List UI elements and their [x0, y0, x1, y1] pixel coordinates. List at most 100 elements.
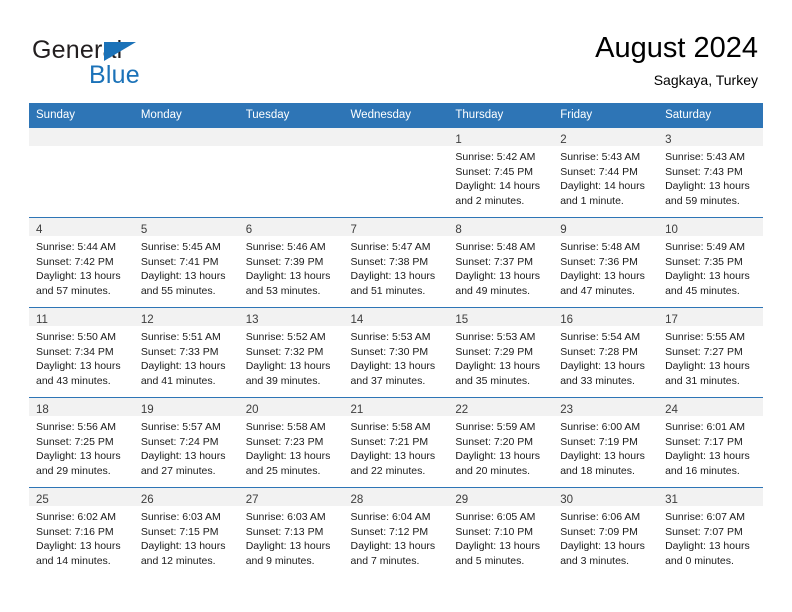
logo-text-blue: Blue — [89, 61, 140, 89]
general-blue-logo[interactable]: General Blue — [32, 36, 202, 89]
day-details: Sunrise: 5:50 AM Sunset: 7:34 PM Daylight:… — [29, 326, 134, 388]
day-cell-12[interactable]: 12 Sunrise: 5:51 AM Sunset: 7:33 PM Dayligh… — [133, 307, 239, 398]
day-cell-11[interactable]: 11 Sunrise: 5:50 AM Sunset: 7:34 PM Dayligh… — [29, 307, 134, 398]
day-number-band: 2 — [553, 128, 659, 146]
day-details: Sunrise: 5:58 AM Sunset: 7:21 PM Daylight:… — [344, 416, 449, 478]
day-cell-22[interactable]: 22 Sunrise: 5:59 AM Sunset: 7:20 PM Dayligh… — [448, 397, 554, 488]
sunset-text: Sunset: 7:39 PM — [245, 255, 324, 268]
day-number: 24 — [665, 404, 678, 416]
day-cell-19[interactable]: 19 Sunrise: 5:57 AM Sunset: 7:24 PM Dayligh… — [133, 397, 239, 488]
day-cell-7[interactable]: 7 Sunrise: 5:47 AM Sunset: 7:38 PM Daylight… — [343, 217, 449, 308]
daylight-text: Daylight: 14 hours — [455, 180, 541, 193]
day-details: Sunrise: 5:52 AM Sunset: 7:32 PM Daylight:… — [239, 326, 344, 388]
daylight-text: Daylight: 13 hours — [455, 450, 541, 463]
calendar-grid: Sunday Monday Tuesday Wednesday Thursday Frid… — [29, 103, 763, 577]
day-details: Sunrise: 5:43 AM Sunset: 7:43 PM Daylight:… — [658, 146, 763, 208]
daylight-text: and 41 minutes. — [140, 374, 216, 387]
day-details: Sunrise: 6:03 AM Sunset: 7:15 PM Daylight:… — [134, 506, 239, 568]
day-cell-15[interactable]: 15 Sunrise: 5:53 AM Sunset: 7:29 PM Dayligh… — [448, 307, 554, 398]
daylight-text: and 12 minutes. — [140, 554, 216, 567]
day-number: 15 — [455, 314, 469, 326]
daylight-text: and 29 minutes. — [36, 464, 111, 477]
daylight-text: and 35 minutes. — [455, 374, 531, 387]
day-cell-23[interactable]: 23 Sunrise: 6:00 AM Sunset: 7:19 PM Dayligh… — [553, 397, 659, 488]
day-cell-28[interactable]: 28 Sunrise: 6:04 AM Sunset: 7:12 PM Dayligh… — [343, 487, 449, 577]
day-cell-14[interactable]: 14 Sunrise: 5:53 AM Sunset: 7:30 PM Dayligh… — [343, 307, 449, 398]
day-details: Sunrise: 6:05 AM Sunset: 7:10 PM Daylight:… — [448, 506, 553, 568]
daylight-text: Daylight: 13 hours — [665, 450, 750, 463]
day-cell-4[interactable]: 4 Sunrise: 5:44 AM Sunset: 7:42 PM Daylight… — [29, 217, 134, 308]
daylight-text: Daylight: 13 hours — [36, 540, 121, 553]
sunrise-text: Sunrise: 6:03 AM — [140, 511, 221, 523]
sunset-text: Sunset: 7:28 PM — [560, 345, 638, 358]
sunset-text: Sunset: 7:12 PM — [350, 525, 429, 538]
day-number-band: 23 — [553, 398, 659, 416]
day-cell-9[interactable]: 9 Sunrise: 5:48 AM Sunset: 7:36 PM Daylight… — [553, 217, 659, 308]
sunrise-text: Sunrise: 5:48 AM — [560, 241, 641, 253]
day-cell-8[interactable]: 8 Sunrise: 5:48 AM Sunset: 7:37 PM Daylight… — [448, 217, 554, 308]
sunrise-text: Sunrise: 5:57 AM — [140, 421, 221, 433]
sunrise-text: Sunrise: 5:58 AM — [350, 421, 431, 433]
day-number: 18 — [36, 404, 49, 416]
day-cell-10[interactable]: 10 Sunrise: 5:49 AM Sunset: 7:35 PM Dayligh… — [658, 217, 763, 308]
day-cell-empty — [238, 127, 344, 218]
day-cell-5[interactable]: 5 Sunrise: 5:45 AM Sunset: 7:41 PM Daylight… — [133, 217, 239, 308]
day-cell-20[interactable]: 20 Sunrise: 5:58 AM Sunset: 7:23 PM Dayligh… — [238, 397, 344, 488]
daylight-text: and 45 minutes. — [665, 284, 740, 297]
day-cell-6[interactable]: 6 Sunrise: 5:46 AM Sunset: 7:39 PM Daylight… — [238, 217, 344, 308]
day-cell-25[interactable]: 25 Sunrise: 6:02 AM Sunset: 7:16 PM Dayligh… — [29, 487, 134, 577]
day-number-band: 27 — [238, 488, 344, 506]
weekday-header-monday: Monday — [133, 103, 239, 128]
daylight-text: and 51 minutes. — [350, 284, 426, 297]
day-cell-13[interactable]: 13 Sunrise: 5:52 AM Sunset: 7:32 PM Dayligh… — [238, 307, 344, 398]
day-details: Sunrise: 5:48 AM Sunset: 7:36 PM Daylight:… — [553, 236, 658, 298]
day-cell-24[interactable]: 24 Sunrise: 6:01 AM Sunset: 7:17 PM Dayligh… — [658, 397, 763, 488]
day-cell-3[interactable]: 3 Sunrise: 5:43 AM Sunset: 7:43 PM Daylight… — [658, 127, 763, 218]
day-cell-30[interactable]: 30 Sunrise: 6:06 AM Sunset: 7:09 PM Dayligh… — [553, 487, 659, 577]
sunset-text: Sunset: 7:29 PM — [455, 345, 534, 358]
sunset-text: Sunset: 7:36 PM — [560, 255, 638, 268]
day-cell-21[interactable]: 21 Sunrise: 5:58 AM Sunset: 7:21 PM Dayligh… — [343, 397, 449, 488]
day-cell-29[interactable]: 29 Sunrise: 6:05 AM Sunset: 7:10 PM Dayligh… — [448, 487, 554, 577]
daylight-text: and 59 minutes. — [665, 194, 740, 207]
day-cell-17[interactable]: 17 Sunrise: 5:55 AM Sunset: 7:27 PM Dayligh… — [658, 307, 763, 398]
day-cell-2[interactable]: 2 Sunrise: 5:43 AM Sunset: 7:44 PM Daylight… — [553, 127, 659, 218]
day-cell-31[interactable]: 31 Sunrise: 6:07 AM Sunset: 7:07 PM Dayligh… — [658, 487, 763, 577]
daylight-text: and 9 minutes. — [245, 554, 315, 567]
day-number-band: 28 — [343, 488, 449, 506]
calendar-week-row: 25 Sunrise: 6:02 AM Sunset: 7:16 PM Dayligh… — [29, 487, 763, 577]
weekday-header-tuesday: Tuesday — [238, 103, 344, 128]
day-number-band — [133, 128, 239, 146]
daylight-text: and 14 minutes. — [36, 554, 111, 567]
day-cell-18[interactable]: 18 Sunrise: 5:56 AM Sunset: 7:25 PM Dayligh… — [29, 397, 134, 488]
sunset-text: Sunset: 7:33 PM — [140, 345, 219, 358]
sunrise-text: Sunrise: 5:48 AM — [455, 241, 536, 253]
sunrise-text: Sunrise: 5:52 AM — [245, 331, 326, 343]
day-number-band: 13 — [238, 308, 344, 326]
day-details: Sunrise: 5:45 AM Sunset: 7:41 PM Daylight:… — [134, 236, 239, 298]
day-details: Sunrise: 5:51 AM Sunset: 7:33 PM Daylight:… — [134, 326, 239, 388]
sunrise-text: Sunrise: 5:45 AM — [140, 241, 221, 253]
weekday-header-friday: Friday — [553, 103, 659, 128]
day-cell-26[interactable]: 26 Sunrise: 6:03 AM Sunset: 7:15 PM Dayligh… — [133, 487, 239, 577]
day-details: Sunrise: 5:53 AM Sunset: 7:29 PM Daylight:… — [448, 326, 553, 388]
day-cell-16[interactable]: 16 Sunrise: 5:54 AM Sunset: 7:28 PM Dayligh… — [553, 307, 659, 398]
sunset-text: Sunset: 7:37 PM — [455, 255, 534, 268]
sunset-text: Sunset: 7:07 PM — [665, 525, 743, 538]
daylight-text: Daylight: 13 hours — [455, 270, 541, 283]
daylight-text: and 18 minutes. — [560, 464, 635, 477]
day-cell-27[interactable]: 27 Sunrise: 6:03 AM Sunset: 7:13 PM Dayligh… — [238, 487, 344, 577]
day-number: 26 — [140, 494, 154, 506]
day-details: Sunrise: 6:00 AM Sunset: 7:19 PM Daylight:… — [553, 416, 658, 478]
sunset-text: Sunset: 7:43 PM — [665, 165, 743, 178]
day-number: 13 — [245, 314, 259, 326]
day-number: 25 — [36, 494, 49, 506]
day-number-band: 26 — [133, 488, 239, 506]
sunrise-text: Sunrise: 6:07 AM — [665, 511, 746, 523]
day-number-band: 29 — [448, 488, 554, 506]
daylight-text: and 57 minutes. — [36, 284, 111, 297]
day-number-band: 1 — [448, 128, 554, 146]
day-cell-empty — [29, 127, 134, 218]
day-cell-1[interactable]: 1 Sunrise: 5:42 AM Sunset: 7:45 PM Daylight… — [448, 127, 554, 218]
daylight-text: Daylight: 13 hours — [350, 540, 436, 553]
